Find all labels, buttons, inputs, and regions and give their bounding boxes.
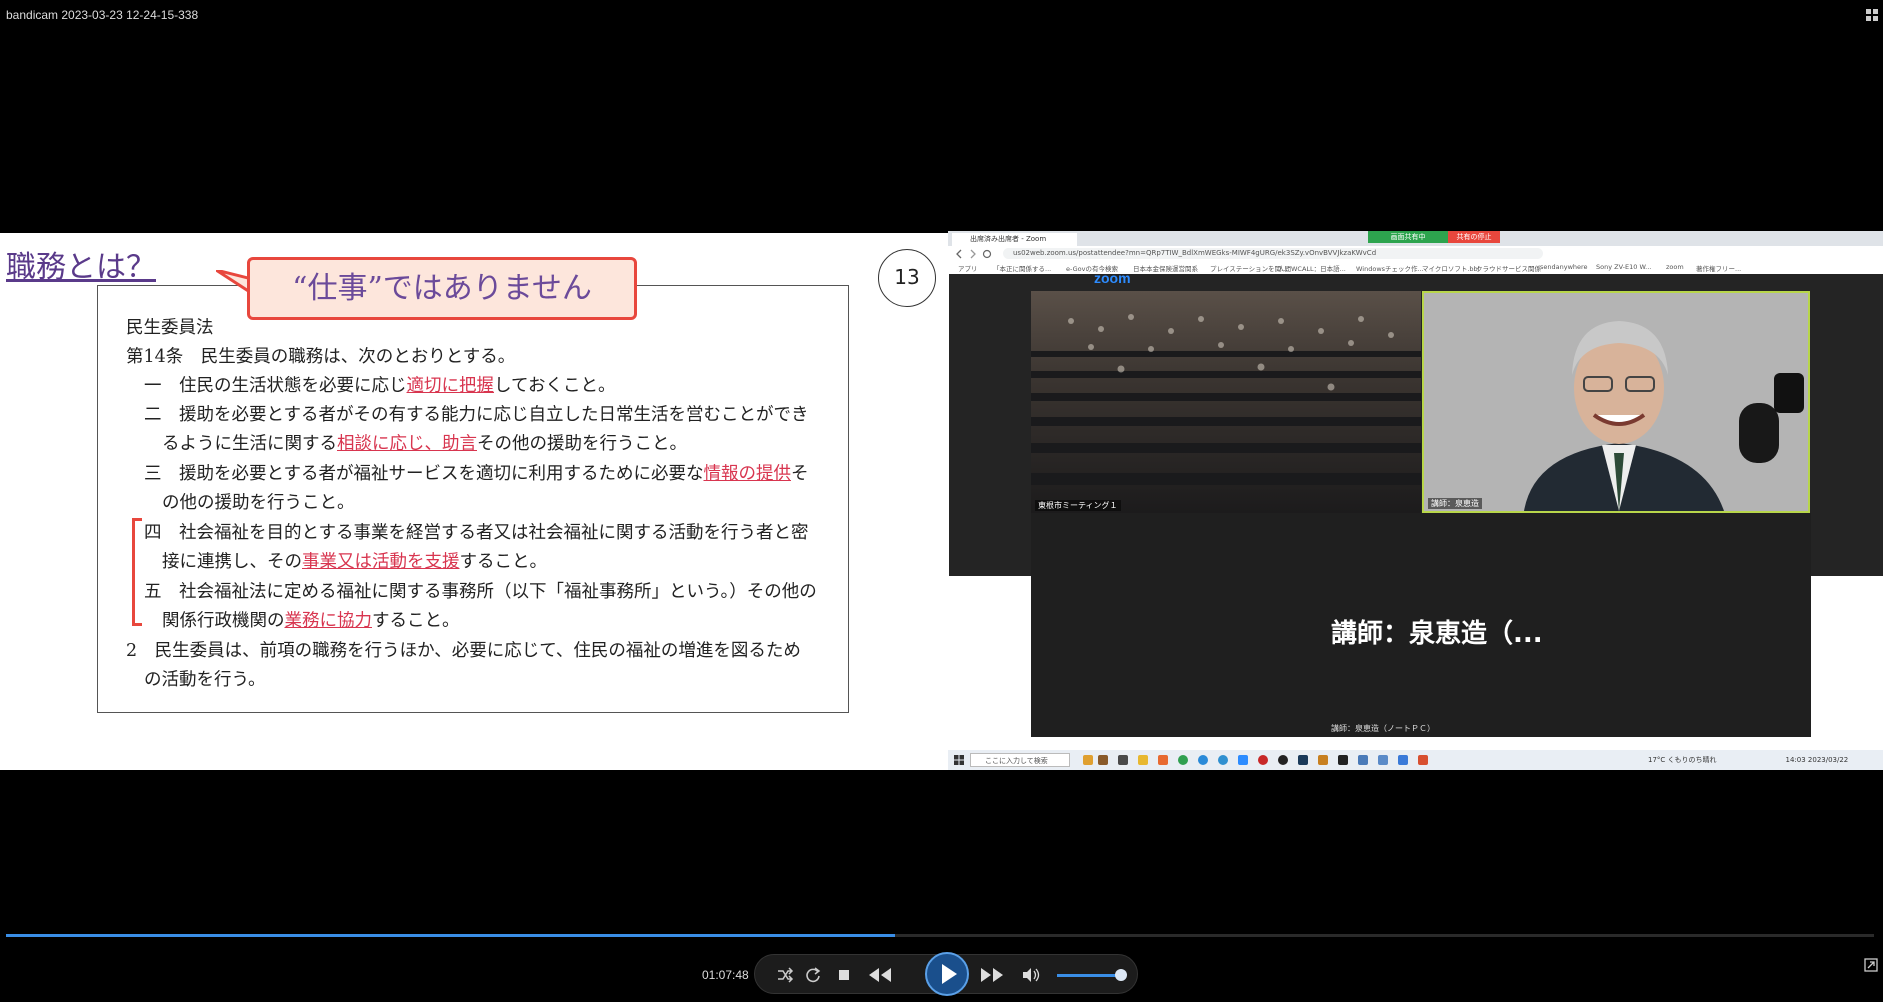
weather-text: 17°C くもりのち晴れ [1648, 756, 1717, 764]
clock-text: 14:03 2023/03/22 [1785, 756, 1849, 764]
law-item-4-line2: 接に連携し、その事業又は活動を支援すること。 [162, 552, 547, 572]
law-item-1: 一 住民の生活状態を必要に応じ適切に把握しておくこと。 [144, 376, 616, 396]
law-text-box: 民生委員法 第14条 民生委員の職務は、次のとおりとする。 一 住民の生活状態を… [97, 285, 849, 713]
audience-video-tile[interactable]: 東根市ミーティング１ [1031, 291, 1421, 513]
reload-icon[interactable] [982, 249, 992, 259]
law-item-3-line2: の他の援助を行うこと。 [162, 493, 355, 513]
seek-bar[interactable] [6, 934, 1874, 937]
taskbar-search-input[interactable]: ここに入力して検索 [970, 753, 1070, 767]
windows-taskbar: ここに入力して検索 17°C くもりのち晴れ 14:03 2023/03/22 [948, 750, 1883, 770]
bookmark-item[interactable]: Windowsチェック作... [1356, 263, 1424, 273]
law-para-2-line1: 2 民生委員は、前項の職務を行うほか、必要に応じて、住民の福祉の増進を図るため [126, 641, 801, 661]
bookmarks-bar: アプリ 「本正に関係する... e-Govの有今検索 日本本金保険運営関系 プレ… [948, 261, 1883, 274]
edge-icon[interactable] [1218, 755, 1228, 765]
skype-icon[interactable] [1198, 755, 1208, 765]
taskbar-tray: 17°C くもりのち晴れ 14:03 2023/03/22 [1648, 755, 1848, 765]
player-controls [754, 952, 1138, 996]
volume-icon[interactable] [1021, 965, 1041, 985]
bracket-marker [132, 518, 142, 626]
app-icon[interactable] [1358, 755, 1368, 765]
camera-icon[interactable] [1378, 755, 1388, 765]
zoom-meeting-view: zoom 東根市ミーティング１ 講師：泉恵造 講師：泉恵造（... 講師：泉恵造… [949, 270, 1883, 737]
shuffle-icon[interactable] [775, 965, 795, 985]
audience-tile-label: 東根市ミーティング１ [1035, 500, 1121, 511]
firefox-icon[interactable] [1158, 755, 1168, 765]
repeat-icon[interactable] [803, 965, 823, 985]
chrome-icon[interactable] [1178, 755, 1188, 765]
url-field[interactable]: us02web.zoom.us/postattendee?mn=QRp7TIW_… [1003, 248, 1543, 259]
task-view-icon[interactable] [1118, 755, 1128, 765]
app-icon[interactable] [1338, 755, 1348, 765]
bookmark-item[interactable]: sendanywhere [1540, 263, 1588, 271]
browser-address-bar: us02web.zoom.us/postattendee?mn=QRp7TIW_… [948, 246, 1883, 261]
back-icon[interactable] [954, 249, 964, 259]
illustrator-icon[interactable] [1318, 755, 1328, 765]
forward-icon[interactable] [968, 249, 978, 259]
browser-tab[interactable]: 出席済み出席者 - Zoom [952, 233, 1077, 246]
record-icon[interactable] [1258, 755, 1268, 765]
auditorium-image [1031, 291, 1421, 513]
zoom-icon[interactable] [1238, 755, 1248, 765]
app-icon[interactable] [1098, 755, 1108, 765]
bookmark-item[interactable]: zoom [1666, 263, 1684, 271]
windows-start-icon[interactable] [954, 755, 964, 765]
law-item-2-line2: るように生活に関する相談に応じ、助言その他の援助を行うこと。 [162, 434, 687, 454]
powerpoint-icon[interactable] [1418, 755, 1428, 765]
seek-bar-progress [6, 934, 896, 937]
photoshop-icon[interactable] [1298, 755, 1308, 765]
bookmark-item[interactable]: Sony ZV-E10 W... [1596, 263, 1651, 271]
bookmark-item[interactable]: 「本正に関係する... [993, 263, 1051, 273]
speaker-name-panel: 講師：泉恵造（... 講師：泉恵造（ノートＰＣ） [1031, 513, 1811, 737]
volume-slider-handle[interactable] [1114, 969, 1127, 981]
bookmark-item[interactable]: クラウドサービス関係 [1476, 263, 1541, 273]
stop-icon[interactable] [834, 965, 854, 985]
folder-icon[interactable] [1083, 755, 1093, 765]
callout-bubble: “仕事”ではありません [247, 257, 637, 320]
bookmark-item[interactable]: アプリ [958, 263, 978, 273]
speaker-tile-label: 講師：泉恵造 [1428, 498, 1482, 509]
app-icon[interactable] [1398, 755, 1408, 765]
law-item-4-line1: 四 社会福祉を目的とする事業を経営する者又は社会福祉に関する活動を行う者と密 [144, 523, 809, 543]
stop-share-button[interactable]: 共有の停止 [1448, 231, 1500, 243]
zoom-logo: zoom [1094, 270, 1131, 286]
play-icon [942, 964, 957, 984]
bookmark-item[interactable]: マイクロソフト.bbl [1422, 263, 1480, 273]
law-para-2-line2: の活動を行う。 [144, 670, 266, 690]
window-title: bandicam 2023-03-23 12-24-15-338 [6, 8, 199, 22]
law-item-3-line1: 三 援助を必要とする者が福祉サービスを適切に利用するために必要な情報の提供そ [144, 464, 809, 484]
bookmark-item[interactable]: プレイステーションを関... [1210, 263, 1287, 273]
law-article: 第14条 民生委員の職務は、次のとおりとする。 [126, 347, 516, 367]
bookmark-item[interactable]: 著作権フリー... [1696, 263, 1741, 273]
law-item-2-line1: 二 援助を必要とする者がその有する能力に応じ自立した日常生活を営むことができ [144, 405, 809, 425]
fullscreen-icon[interactable] [1865, 8, 1879, 22]
presentation-slide: 職務とは？ “仕事”ではありません 13 民生委員法 第14条 民生委員の職務は… [0, 233, 948, 770]
browser-zoom-window: 出席済み出席者 - Zoom 画面共有中 共有の停止 us02web.zoom.… [948, 231, 1883, 770]
speaker-image [1424, 293, 1808, 511]
fast-forward-icon[interactable] [979, 965, 1005, 985]
bookmark-item[interactable]: 人間WCALL：日本語... [1278, 263, 1346, 273]
law-item-5-line2: 関係行政機関の業務に協力すること。 [162, 611, 460, 631]
playback-time: 01:07:48 [702, 968, 749, 982]
slide-page-number: 13 [878, 249, 936, 307]
screen-share-badge: 画面共有中 [1368, 231, 1448, 243]
slide-title: 職務とは？ [6, 250, 156, 285]
law-item-5-line1: 五 社会福祉法に定める福祉に関する事務所（以下「福祉事務所」という。）その他の [144, 582, 817, 602]
speaker-video-tile[interactable]: 講師：泉恵造 [1422, 291, 1810, 513]
law-name: 民生委員法 [126, 318, 214, 338]
explorer-icon[interactable] [1138, 755, 1148, 765]
media-icon[interactable] [1278, 755, 1288, 765]
speaker-name: 講師：泉恵造（... [1331, 619, 1543, 649]
play-button[interactable] [925, 952, 969, 996]
speaker-device-label: 講師：泉恵造（ノートＰＣ） [1331, 724, 1435, 733]
expand-icon[interactable] [1864, 958, 1878, 972]
rewind-icon[interactable] [867, 965, 893, 985]
browser-tab-bar: 出席済み出席者 - Zoom 画面共有中 共有の停止 [948, 231, 1883, 246]
bookmark-item[interactable]: 日本本金保険運営関系 [1133, 263, 1198, 273]
